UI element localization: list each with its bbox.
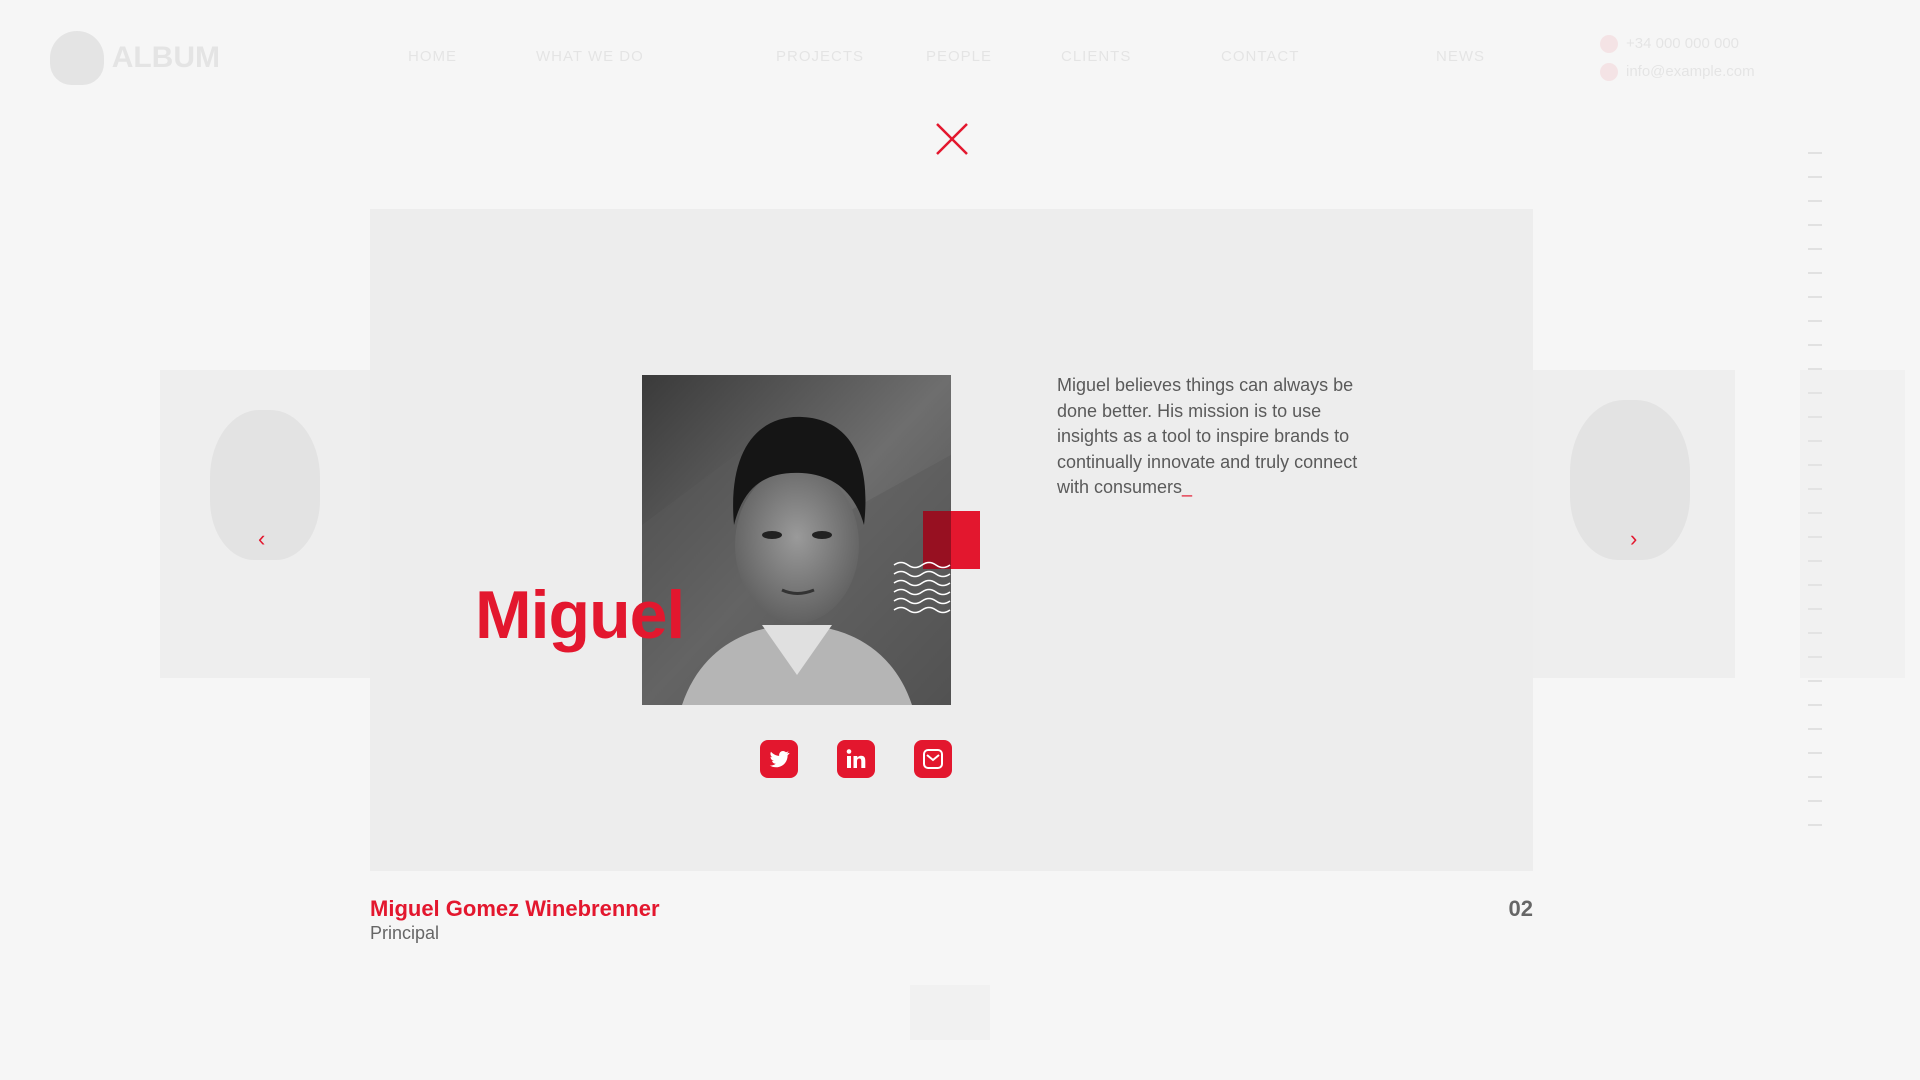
- nav-item-people: PEOPLE: [926, 48, 993, 65]
- twitter-icon: [769, 751, 790, 768]
- logo-mark-icon: [50, 31, 104, 85]
- person-full-name: Miguel Gomez Winebrenner: [370, 896, 660, 921]
- nav-item-projects: PROJECTS: [776, 48, 865, 65]
- logo: ALBUM: [50, 28, 220, 88]
- phone-icon: [1600, 35, 1618, 54]
- bio-text: Miguel believes things can always be don…: [1057, 375, 1358, 497]
- previous-person-card: [160, 370, 370, 678]
- linkedin-icon: [846, 749, 866, 768]
- person-photo: [642, 375, 951, 705]
- logo-text: ALBUM: [111, 41, 220, 74]
- person-bio: Miguel believes things can always be don…: [1057, 373, 1387, 501]
- nav-item-contact: CONTACT: [1221, 48, 1300, 65]
- next-person-card: [1530, 370, 1735, 678]
- email-icon: [923, 749, 943, 769]
- close-icon: [936, 123, 968, 155]
- social-links: [760, 740, 952, 778]
- nav-item-news: NEWS: [1436, 48, 1485, 65]
- nav-item-clients: CLIENTS: [1061, 48, 1132, 65]
- background-header: ALBUM HOME WHAT WE DO PROJECTS PEOPLE CL…: [0, 0, 1920, 110]
- next-arrow-icon[interactable]: ›: [1630, 528, 1637, 550]
- email-button[interactable]: [914, 740, 952, 778]
- person-detail-panel: Miguel Miguel believes things can always…: [370, 209, 1533, 871]
- bio-cursor: _: [1182, 477, 1193, 497]
- person-role: Principal: [370, 923, 440, 943]
- far-next-person-card: [1800, 370, 1905, 678]
- twitter-button[interactable]: [760, 740, 798, 778]
- contact-email: info@example.com: [1600, 58, 1755, 86]
- person-first-name: Miguel: [475, 577, 685, 653]
- linkedin-button[interactable]: [837, 740, 875, 778]
- previous-arrow-icon[interactable]: ‹: [258, 528, 265, 550]
- mail-icon: [1600, 63, 1618, 82]
- header-contact: +34 000 000 000 info@example.com: [1600, 30, 1755, 86]
- nav-item-home: HOME: [408, 48, 457, 65]
- contact-phone: +34 000 000 000: [1600, 30, 1755, 58]
- main-nav: HOME WHAT WE DO PROJECTS PEOPLE CLIENTS …: [408, 48, 1556, 65]
- close-button[interactable]: [934, 121, 970, 157]
- bottom-ghost-element: [910, 985, 990, 1040]
- nav-item-what-we-do: WHAT WE DO: [536, 48, 644, 65]
- person-index: 02: [1508, 896, 1533, 921]
- decorative-waves-icon: [893, 561, 951, 614]
